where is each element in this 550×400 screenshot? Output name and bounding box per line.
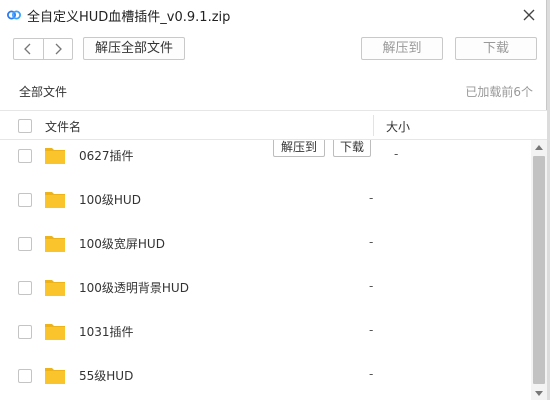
file-size: - (394, 147, 399, 161)
file-name[interactable]: 1031插件 (79, 323, 134, 340)
loaded-count-status: 已加载前6个 (465, 85, 533, 99)
scroll-down-arrow-icon[interactable] (535, 391, 543, 396)
list-item[interactable]: 100级HUD - (0, 178, 530, 222)
folder-icon (44, 277, 66, 297)
archive-preview-window: 全自定义HUD血槽插件_v0.9.1.zip 解压全部文件 解压到 下载 全部文… (0, 0, 547, 400)
file-name[interactable]: 0627插件 (79, 147, 134, 164)
list-item[interactable]: 100级宽屏HUD - (0, 222, 530, 266)
breadcrumb-root[interactable]: 全部文件 (19, 83, 67, 100)
column-header-size[interactable]: 大小 (386, 118, 410, 135)
navigation-buttons (13, 38, 73, 60)
column-header-name[interactable]: 文件名 (45, 118, 81, 135)
file-size: - (369, 235, 374, 249)
row-checkbox[interactable] (18, 281, 32, 295)
scroll-up-arrow-icon[interactable] (535, 145, 543, 150)
extract-to-button[interactable]: 解压到 (361, 37, 443, 60)
file-size: - (369, 191, 374, 205)
row-checkbox[interactable] (18, 237, 32, 251)
folder-icon (44, 145, 66, 165)
folder-icon (44, 189, 66, 209)
list-item[interactable]: 55级HUD - (0, 354, 530, 398)
column-divider[interactable] (373, 115, 374, 136)
list-item[interactable]: 0627插件 解压到 下载 - (0, 140, 530, 178)
file-size: - (369, 323, 374, 337)
window-title: 全自定义HUD血槽插件_v0.9.1.zip (27, 10, 231, 25)
file-list: 0627插件 解压到 下载 - 100级HUD - 100级宽屏HUD - 10… (0, 140, 530, 400)
back-button[interactable] (14, 39, 44, 59)
file-name[interactable]: 100级HUD (79, 191, 141, 208)
file-name[interactable]: 100级宽屏HUD (79, 235, 165, 252)
list-item[interactable]: 100级透明背景HUD - (0, 266, 530, 310)
scrollbar-thumb[interactable] (533, 156, 545, 384)
close-icon[interactable] (520, 6, 538, 24)
folder-icon (44, 365, 66, 385)
row-checkbox[interactable] (18, 369, 32, 383)
folder-icon (44, 233, 66, 253)
baidu-netdisk-icon (6, 7, 22, 23)
extract-all-button[interactable]: 解压全部文件 (83, 37, 185, 60)
file-size: - (369, 279, 374, 293)
file-table-header: 文件名 大小 (0, 110, 547, 140)
vertical-scrollbar[interactable] (531, 140, 547, 400)
row-checkbox[interactable] (18, 325, 32, 339)
folder-icon (44, 321, 66, 341)
file-name[interactable]: 55级HUD (79, 367, 133, 384)
download-button[interactable]: 下载 (455, 37, 537, 60)
title-bar: 全自定义HUD血槽插件_v0.9.1.zip (0, 0, 547, 30)
forward-button[interactable] (44, 39, 73, 59)
file-size: - (369, 367, 374, 381)
row-checkbox[interactable] (18, 149, 32, 163)
row-download-button[interactable]: 下载 (333, 140, 371, 157)
row-extract-to-button[interactable]: 解压到 (273, 140, 325, 157)
row-checkbox[interactable] (18, 193, 32, 207)
file-name[interactable]: 100级透明背景HUD (79, 279, 189, 296)
list-item[interactable]: 1031插件 - (0, 310, 530, 354)
select-all-checkbox[interactable] (18, 119, 32, 133)
